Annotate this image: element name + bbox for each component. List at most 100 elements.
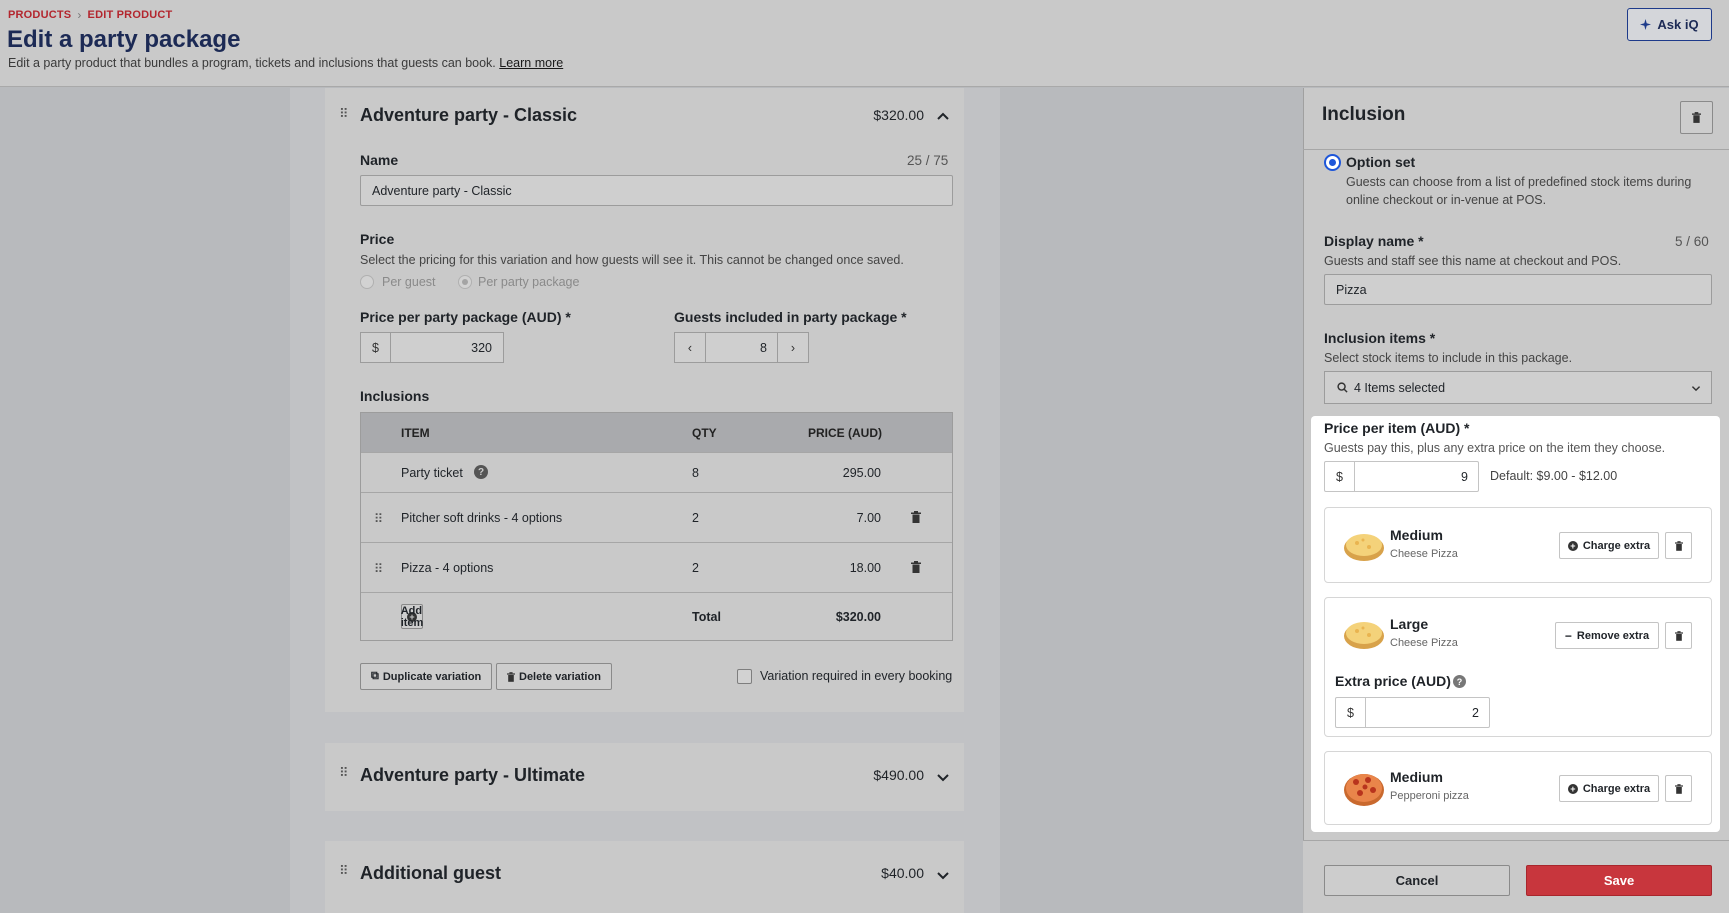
guests-stepper[interactable]: ‹ 8 › <box>674 332 809 363</box>
extra-price-input[interactable]: $ 2 <box>1335 697 1490 728</box>
breadcrumb-products[interactable]: PRODUCTS <box>8 9 71 21</box>
inclusion-item-card: Large Cheese Pizza − Remove extra Extra … <box>1324 597 1712 737</box>
cheese-pizza-icon <box>1344 534 1384 561</box>
charge-extra-button[interactable]: + Charge extra <box>1559 532 1659 559</box>
breadcrumb-edit-product[interactable]: EDIT PRODUCT <box>88 9 173 21</box>
row-drag-handle-icon[interactable]: ⠿ <box>374 561 383 576</box>
duplicate-icon: ⧉ <box>371 670 379 682</box>
display-name-counter: 5 / 60 <box>1675 234 1709 249</box>
per-guest-label: Per guest <box>382 275 436 289</box>
chevron-up-icon[interactable] <box>936 110 950 124</box>
help-icon[interactable]: ? <box>1453 675 1466 688</box>
remove-extra-button[interactable]: − Remove extra <box>1555 622 1659 649</box>
item-name: Medium <box>1390 527 1443 543</box>
variation-price: $40.00 <box>881 865 924 881</box>
duplicate-variation-button[interactable]: ⧉ Duplicate variation <box>360 663 493 690</box>
inclusion-items-desc: Select stock items to include in this pa… <box>1324 351 1573 365</box>
price-label: Price <box>360 231 395 247</box>
chevron-down-icon[interactable] <box>936 868 950 882</box>
extra-price-value: 2 <box>1472 705 1479 720</box>
remove-item-button[interactable] <box>1665 622 1692 649</box>
option-set-radio[interactable] <box>1324 154 1341 171</box>
chevron-down-icon[interactable] <box>936 770 950 784</box>
trash-icon <box>1674 540 1683 551</box>
trash-icon[interactable] <box>911 511 921 523</box>
per-guest-radio[interactable] <box>360 275 374 289</box>
add-item-label: Add item <box>400 604 424 629</box>
table-total-row: + Add item Total $320.00 <box>361 592 952 641</box>
row-qty: 8 <box>692 466 699 480</box>
charge-extra-label: Charge extra <box>1582 782 1651 795</box>
trash-icon <box>1674 630 1683 641</box>
page-header: PRODUCTS › EDIT PRODUCT Edit a party pac… <box>0 0 1729 87</box>
cancel-button[interactable]: Cancel <box>1324 865 1510 896</box>
trash-icon <box>507 671 515 682</box>
name-counter: 25 / 75 <box>907 153 949 168</box>
guests-included-label: Guests included in party package * <box>674 309 907 325</box>
inclusion-items-select[interactable]: 4 Items selected <box>1324 371 1712 404</box>
price-per-party-input[interactable]: $ 320 <box>360 332 504 363</box>
trash-icon[interactable] <box>911 561 921 573</box>
variation-price: $320.00 <box>873 107 924 123</box>
charge-extra-label: Charge extra <box>1582 539 1651 552</box>
inclusions-label: Inclusions <box>360 388 430 404</box>
item-variant: Pepperoni pizza <box>1390 790 1469 802</box>
name-input[interactable]: Adventure party - Classic <box>360 175 953 206</box>
row-item: Pitcher soft drinks - 4 options <box>401 511 563 525</box>
variation-required-checkbox[interactable] <box>737 669 752 684</box>
remove-item-button[interactable] <box>1665 532 1692 559</box>
save-button[interactable]: Save <box>1526 865 1712 896</box>
variation-card-additional-guest[interactable]: ⠿ Additional guest $40.00 <box>325 841 964 913</box>
inclusions-table: ITEM QTY PRICE (AUD) Party ticket ? 8 29… <box>360 412 953 641</box>
decrement-chevron-left-icon[interactable]: ‹ <box>675 333 706 362</box>
row-item: Pizza - 4 options <box>401 561 494 575</box>
panel-title: Inclusion <box>1322 104 1406 125</box>
option-set-desc-2: online checkout or in-venue at POS. <box>1346 193 1547 207</box>
cheese-pizza-icon <box>1344 622 1384 649</box>
learn-more-link[interactable]: Learn more <box>499 56 563 70</box>
price-per-item-input[interactable]: $ 9 <box>1324 461 1479 492</box>
row-qty: 2 <box>692 561 699 575</box>
remove-item-button[interactable] <box>1665 775 1692 802</box>
variation-title: Additional guest <box>360 863 501 883</box>
variation-card-ultimate[interactable]: ⠿ Adventure party - Ultimate $490.00 <box>325 743 964 811</box>
total-value: $320.00 <box>835 610 881 624</box>
display-name-input[interactable]: Pizza <box>1324 274 1712 305</box>
charge-extra-button[interactable]: + Charge extra <box>1559 775 1659 802</box>
name-label: Name <box>360 152 399 168</box>
trash-icon <box>1674 783 1683 794</box>
help-icon[interactable]: ? <box>474 465 488 479</box>
price-value: 320 <box>471 340 492 355</box>
per-party-radio[interactable] <box>458 275 472 289</box>
row-price: 18.00 <box>849 561 881 575</box>
default-price-range: Default: $9.00 - $12.00 <box>1490 469 1618 483</box>
inclusion-item-card: Medium Cheese Pizza + Charge extra <box>1324 507 1712 583</box>
drag-handle-icon[interactable]: ⠿ <box>339 863 348 879</box>
add-item-button[interactable]: + Add item <box>401 604 423 629</box>
delete-variation-button[interactable]: Delete variation <box>496 663 612 690</box>
col-item: ITEM <box>401 426 430 440</box>
col-price: PRICE (AUD) <box>808 426 882 440</box>
page-subtitle: Edit a party product that bundles a prog… <box>8 56 563 70</box>
right-gutter <box>1000 88 1303 913</box>
delete-inclusion-button[interactable] <box>1680 101 1713 134</box>
items-selected-text: 4 Items selected <box>1354 380 1446 395</box>
currency-prefix: $ <box>361 333 391 362</box>
increment-chevron-right-icon[interactable]: › <box>777 333 808 362</box>
display-name-desc: Guests and staff see this name at checko… <box>1324 254 1622 268</box>
price-per-item-desc: Guests pay this, plus any extra price on… <box>1324 441 1666 455</box>
breadcrumb-chevron-icon: › <box>77 8 82 22</box>
variation-title: Adventure party - Ultimate <box>360 765 586 785</box>
remove-extra-label: Remove extra <box>1576 629 1650 642</box>
option-set-desc-1: Guests can choose from a list of predefi… <box>1346 175 1692 189</box>
ask-iq-button[interactable]: Ask iQ <box>1627 8 1712 41</box>
row-item: Party ticket <box>401 466 463 480</box>
subtitle-text: Edit a party product that bundles a prog… <box>8 56 496 70</box>
drag-handle-icon[interactable]: ⠿ <box>339 106 348 122</box>
drag-handle-icon[interactable]: ⠿ <box>339 765 348 781</box>
price-per-item-value: 9 <box>1461 469 1468 484</box>
sparkle-icon <box>1640 19 1652 30</box>
plus-circle-icon: + <box>1567 783 1578 794</box>
duplicate-label: Duplicate variation <box>382 670 482 683</box>
row-drag-handle-icon[interactable]: ⠿ <box>374 511 383 526</box>
